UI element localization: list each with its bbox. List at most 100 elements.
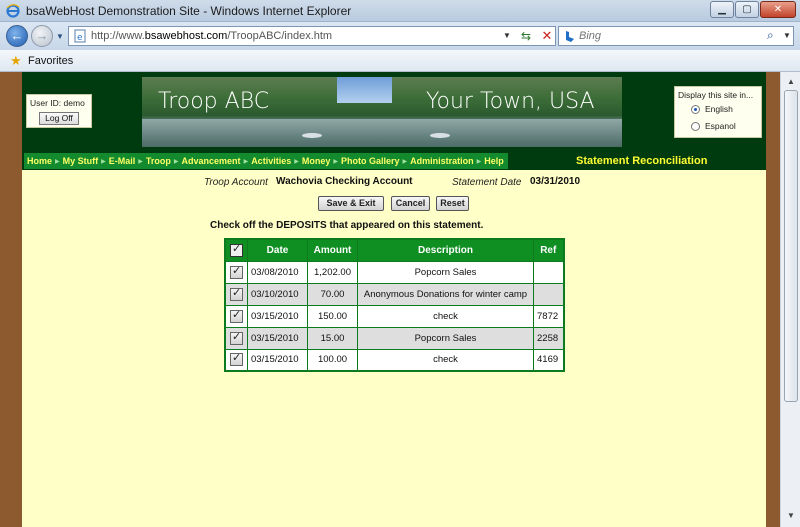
column-header-amount: Amount — [307, 238, 358, 262]
cell-description: Popcorn Sales — [357, 260, 534, 284]
row-checkbox-cell[interactable]: ✓ — [224, 304, 248, 328]
page-title: Statement Reconciliation — [576, 155, 708, 167]
vertical-scrollbar[interactable]: ▲ ▼ — [780, 72, 800, 527]
cell-amount: 15.00 — [307, 326, 358, 350]
language-label-english[interactable]: English — [705, 104, 733, 114]
deposit-checkbox[interactable]: ✓ — [230, 287, 243, 301]
url-text: http://www.bsawebhost.com/TroopABC/index… — [91, 30, 333, 42]
search-icon[interactable]: ⌕ — [767, 28, 774, 43]
favorites-label[interactable]: Favorites — [28, 55, 73, 67]
internet-explorer-icon — [6, 4, 20, 18]
cell-ref: 2258 — [533, 326, 564, 350]
page-content: User ID: demo Log Off Troop ABC Your Tow… — [22, 72, 766, 527]
troop-account-value: Wachovia Checking Account — [276, 176, 413, 187]
instruction-text: Check off the DEPOSITS that appeared on … — [210, 220, 484, 231]
cell-description: Anonymous Donations for winter camp — [357, 282, 534, 306]
nav-item-email[interactable]: E-Mail — [106, 156, 139, 166]
table-row: ✓ 03/15/2010 15.00 Popcorn Sales 2258 — [224, 326, 564, 350]
close-window-button[interactable]: ✕ — [760, 1, 796, 18]
recent-pages-dropdown-icon[interactable]: ▼ — [56, 32, 64, 41]
maximize-button[interactable]: ▢ — [735, 1, 759, 18]
favorites-star-icon[interactable]: ★ — [10, 53, 22, 69]
select-all-header[interactable]: ✓ — [224, 238, 248, 262]
nav-item-my-stuff[interactable]: My Stuff — [60, 156, 102, 166]
cell-date: 03/15/2010 — [247, 304, 308, 328]
row-checkbox-cell[interactable]: ✓ — [224, 326, 248, 350]
cell-amount: 100.00 — [307, 348, 358, 372]
nav-item-help[interactable]: Help — [481, 156, 507, 166]
log-off-button[interactable]: Log Off — [39, 112, 79, 125]
banner-water — [142, 119, 622, 147]
cell-description: check — [357, 348, 534, 372]
banner-kayak — [430, 133, 450, 138]
nav-item-home[interactable]: Home — [24, 156, 55, 166]
table-row: ✓ 03/08/2010 1,202.00 Popcorn Sales — [224, 260, 564, 284]
search-options-icon[interactable]: ▼ — [783, 31, 791, 40]
save-exit-button[interactable]: Save & Exit — [318, 196, 384, 211]
row-checkbox-cell[interactable]: ✓ — [224, 282, 248, 306]
column-header-description: Description — [357, 238, 534, 262]
address-bar: ← → ▼ e http://www.bsawebhost.com/TroopA… — [0, 22, 800, 50]
site-header: User ID: demo Log Off Troop ABC Your Tow… — [22, 72, 766, 152]
back-button[interactable]: ← — [6, 25, 28, 47]
nav-item-troop[interactable]: Troop — [143, 156, 174, 166]
user-id-text: User ID: demo — [30, 98, 85, 108]
cell-date: 03/10/2010 — [247, 282, 308, 306]
search-input[interactable] — [579, 29, 759, 43]
row-checkbox-cell[interactable]: ✓ — [224, 348, 248, 372]
deposits-table: ✓ Date Amount Description Ref ✓ 03/08/20… — [224, 238, 565, 372]
cell-ref: 4169 — [533, 348, 564, 372]
deposit-checkbox[interactable]: ✓ — [230, 265, 243, 279]
deposit-checkbox[interactable]: ✓ — [230, 352, 243, 367]
troop-account-label: Troop Account — [204, 177, 268, 188]
column-header-date: Date — [247, 238, 308, 262]
nav-item-photo-gallery[interactable]: Photo Gallery — [338, 156, 403, 166]
cell-date: 03/08/2010 — [247, 260, 308, 284]
language-selector: Display this site in... English Espanol — [674, 86, 762, 138]
banner-kayak — [302, 133, 322, 138]
nav-item-administration[interactable]: Administration — [407, 156, 477, 166]
banner-title-troop: Troop ABC — [158, 89, 270, 114]
forward-button[interactable]: → — [31, 25, 53, 47]
page-icon: e — [74, 29, 86, 43]
refresh-icon[interactable]: ⇆ — [517, 28, 535, 44]
search-box[interactable]: ⌕ ▼ — [558, 26, 794, 46]
back-arrow-icon: ← — [10, 28, 24, 43]
scroll-up-icon[interactable]: ▲ — [783, 74, 799, 90]
table-row: ✓ 03/10/2010 70.00 Anonymous Donations f… — [224, 282, 564, 306]
cell-description: check — [357, 304, 534, 328]
cancel-button[interactable]: Cancel — [391, 196, 430, 211]
deposit-checkbox[interactable]: ✓ — [230, 309, 243, 323]
language-label-espanol[interactable]: Espanol — [705, 121, 736, 131]
url-dropdown-icon[interactable]: ▼ — [503, 31, 511, 40]
scrollbar-thumb[interactable] — [784, 90, 798, 402]
minimize-button[interactable]: ▁ — [710, 1, 734, 18]
language-radio-english[interactable] — [691, 105, 700, 114]
bing-icon — [566, 31, 574, 42]
svg-text:e: e — [77, 33, 83, 43]
cell-date: 03/15/2010 — [247, 326, 308, 350]
cell-description: Popcorn Sales — [357, 326, 534, 350]
reset-button[interactable]: Reset — [436, 196, 469, 211]
cell-ref: 7872 — [533, 304, 564, 328]
nav-item-money[interactable]: Money — [299, 156, 334, 166]
select-all-checkbox[interactable]: ✓ — [230, 243, 243, 257]
language-selector-title: Display this site in... — [678, 90, 754, 100]
column-header-ref: Ref — [533, 238, 564, 262]
row-checkbox-cell[interactable]: ✓ — [224, 260, 248, 284]
deposit-checkbox[interactable]: ✓ — [230, 331, 243, 345]
nav-item-activities[interactable]: Activities — [248, 156, 294, 166]
cell-date: 03/15/2010 — [247, 348, 308, 372]
cell-ref — [533, 260, 564, 284]
stop-icon[interactable]: ✕ — [539, 28, 555, 44]
cell-amount: 1,202.00 — [307, 260, 358, 284]
url-field[interactable]: e http://www.bsawebhost.com/TroopABC/ind… — [68, 26, 556, 46]
nav-item-advancement[interactable]: Advancement — [179, 156, 244, 166]
table-row: ✓ 03/15/2010 150.00 check 7872 — [224, 304, 564, 328]
banner-title-town: Your Town, USA — [426, 89, 595, 114]
nav-bar: Home ▶ My Stuff ▶ E-Mail ▶ Troop ▶ Advan… — [22, 152, 766, 170]
language-radio-espanol[interactable] — [691, 122, 700, 131]
cell-amount: 70.00 — [307, 282, 358, 306]
cell-ref — [533, 282, 564, 306]
scroll-down-icon[interactable]: ▼ — [783, 508, 799, 524]
